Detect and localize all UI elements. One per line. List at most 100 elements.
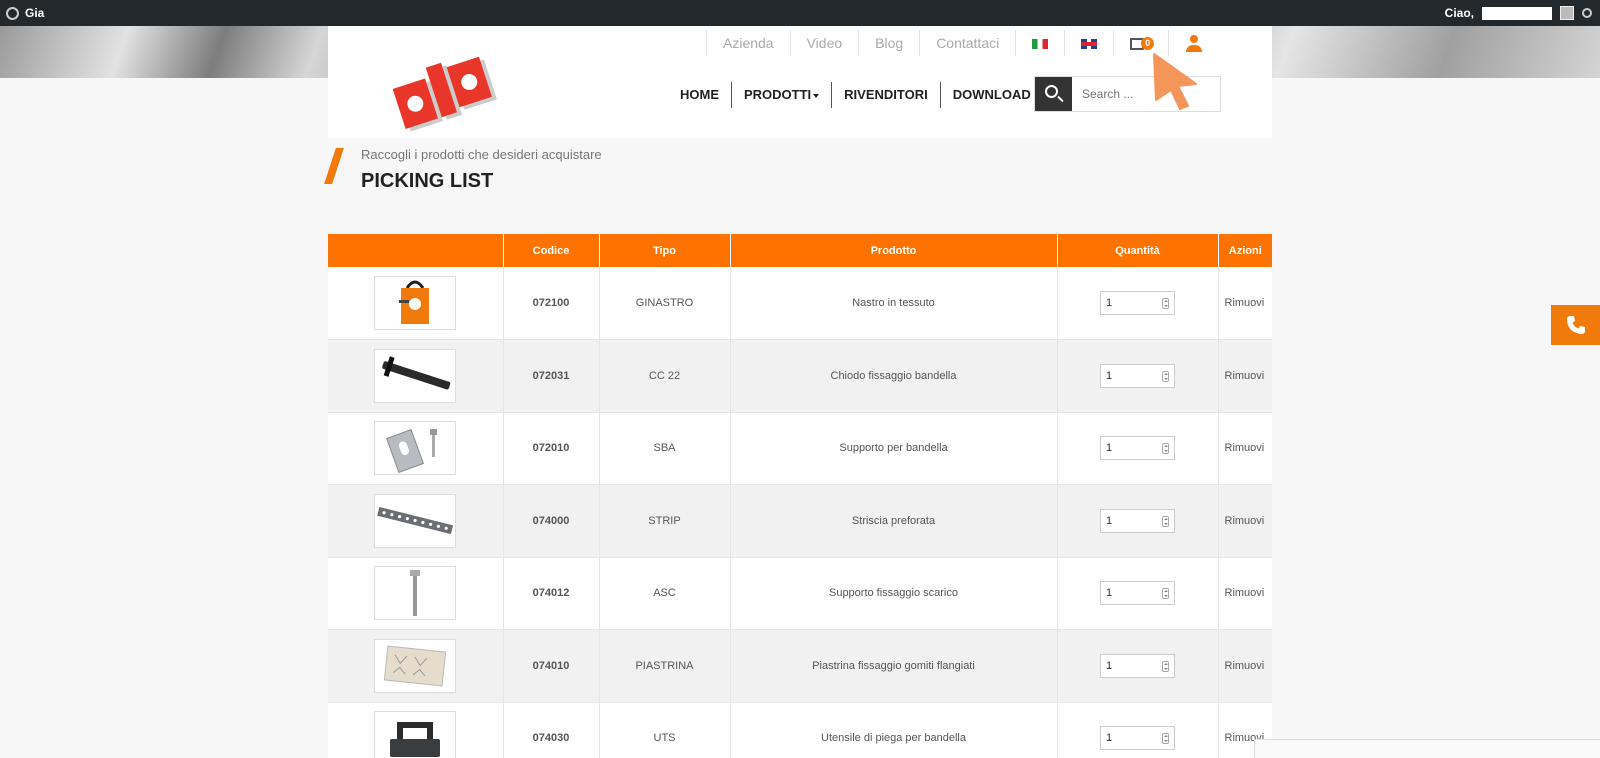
quantity-stepper[interactable]: 1 bbox=[1100, 653, 1175, 678]
top-navigation: Azienda Video Blog Contattaci 0 bbox=[706, 30, 1219, 56]
qty-cell: 1 bbox=[1056, 702, 1218, 758]
prodotto-link[interactable]: Supporto per bandella bbox=[729, 412, 1057, 485]
remove-link[interactable]: Rimuovi bbox=[1217, 557, 1272, 630]
header-quantita: Quantità bbox=[1056, 234, 1218, 267]
quantity-value: 1 bbox=[1106, 587, 1113, 600]
gia-logo[interactable] bbox=[388, 36, 508, 136]
spinner-icon[interactable] bbox=[1162, 370, 1169, 382]
bag-thumb-icon bbox=[399, 280, 430, 324]
quantity-stepper[interactable]: 1 bbox=[1100, 363, 1175, 388]
quantity-stepper[interactable]: 1 bbox=[1100, 436, 1175, 461]
caret-down-icon bbox=[813, 93, 820, 98]
product-thumbnail[interactable] bbox=[374, 276, 457, 330]
topnav-contattaci[interactable]: Contattaci bbox=[919, 30, 1015, 56]
table-row: 074012 ASC Supporto fissaggio scarico 1 … bbox=[328, 557, 1272, 630]
codice-cell: 074030 bbox=[502, 702, 599, 758]
notification-bar bbox=[1254, 739, 1600, 758]
image-cell bbox=[328, 702, 503, 758]
cart-icon: 0 bbox=[1130, 37, 1155, 51]
strip-thumb-icon bbox=[377, 506, 454, 534]
qty-cell: 1 bbox=[1056, 484, 1218, 558]
remove-link[interactable]: Rimuovi bbox=[1217, 484, 1272, 558]
nav-download[interactable]: DOWNLOAD bbox=[941, 82, 1044, 108]
codice-cell: 072010 bbox=[502, 412, 599, 485]
image-cell bbox=[328, 629, 503, 703]
prodotto-link[interactable]: Supporto fissaggio scarico bbox=[729, 557, 1057, 630]
pointer-cursor-icon bbox=[1153, 53, 1197, 110]
codice-cell: 074000 bbox=[502, 484, 599, 558]
title-accent bbox=[324, 148, 344, 184]
tipo-cell: PIASTRINA bbox=[598, 629, 730, 703]
remove-link[interactable]: Rimuovi bbox=[1217, 412, 1272, 485]
remove-link[interactable]: Rimuovi bbox=[1217, 629, 1272, 703]
product-thumbnail[interactable] bbox=[374, 566, 457, 621]
quantity-stepper[interactable]: 1 bbox=[1100, 726, 1175, 751]
quantity-stepper[interactable]: 1 bbox=[1100, 508, 1175, 533]
search-icon bbox=[1045, 85, 1058, 98]
codice-cell: 074010 bbox=[502, 629, 599, 703]
image-cell bbox=[328, 557, 503, 630]
product-thumbnail[interactable] bbox=[374, 348, 457, 403]
picking-list-table: Codice Tipo Prodotto Quantità Azioni 072… bbox=[328, 234, 1272, 758]
nav-prodotti[interactable]: PRODOTTI bbox=[732, 82, 833, 108]
redacted-username bbox=[1482, 6, 1552, 20]
qty-cell: 1 bbox=[1056, 267, 1218, 340]
language-it[interactable] bbox=[1015, 30, 1064, 56]
prodotto-link[interactable]: Striscia preforata bbox=[729, 484, 1057, 558]
prodotto-link[interactable]: Nastro in tessuto bbox=[729, 267, 1057, 340]
product-thumbnail[interactable] bbox=[374, 493, 457, 548]
language-en[interactable] bbox=[1064, 30, 1113, 56]
greeting-text[interactable]: Ciao, bbox=[1445, 6, 1474, 20]
quantity-value: 1 bbox=[1106, 297, 1113, 309]
header-codice: Codice bbox=[502, 234, 599, 267]
avatar[interactable] bbox=[1560, 6, 1574, 20]
search-button[interactable] bbox=[1035, 77, 1072, 111]
page-subtitle: Raccogli i prodotti che desideri acquist… bbox=[361, 147, 602, 162]
spinner-icon[interactable] bbox=[1162, 515, 1169, 527]
topnav-video[interactable]: Video bbox=[789, 30, 859, 56]
header-prodotto: Prodotto bbox=[729, 234, 1057, 267]
prodotto-link[interactable]: Chiodo fissaggio bandella bbox=[729, 339, 1057, 413]
cart-count-badge: 0 bbox=[1141, 37, 1155, 51]
main-navigation: HOME PRODOTTI RIVENDITORI DOWNLOAD bbox=[668, 82, 1044, 108]
product-thumbnail[interactable] bbox=[374, 711, 457, 758]
quantity-stepper[interactable]: 1 bbox=[1100, 291, 1175, 315]
spinner-icon[interactable] bbox=[1162, 298, 1169, 309]
prodotto-link[interactable]: Utensile di piega per bandella bbox=[729, 702, 1057, 758]
dashboard-icon[interactable] bbox=[6, 6, 19, 20]
admin-search-icon[interactable] bbox=[1582, 8, 1592, 18]
table-row: 074010 PIASTRINA Piastrina fissaggio gom… bbox=[328, 629, 1272, 703]
table-header-row: Codice Tipo Prodotto Quantità Azioni bbox=[328, 234, 1272, 267]
topnav-azienda[interactable]: Azienda bbox=[706, 30, 790, 56]
spinner-icon[interactable] bbox=[1162, 588, 1169, 600]
quantity-stepper[interactable]: 1 bbox=[1100, 581, 1175, 606]
header-tipo: Tipo bbox=[598, 234, 730, 267]
phone-contact-button[interactable] bbox=[1551, 305, 1600, 345]
product-thumbnail[interactable] bbox=[374, 421, 457, 476]
table-row: 072031 CC 22 Chiodo fissaggio bandella 1… bbox=[328, 339, 1272, 413]
site-name-link[interactable]: Gia bbox=[25, 6, 44, 20]
prodotto-link[interactable]: Piastrina fissaggio gomiti flangiati bbox=[729, 629, 1057, 703]
codice-cell: 074012 bbox=[502, 557, 599, 630]
uk-flag-icon bbox=[1081, 39, 1098, 50]
image-cell bbox=[328, 267, 503, 340]
remove-link[interactable]: Rimuovi bbox=[1217, 267, 1272, 340]
header-azioni: Azioni bbox=[1217, 234, 1272, 267]
plate-thumb-icon bbox=[384, 645, 447, 687]
spinner-icon[interactable] bbox=[1162, 443, 1169, 455]
spinner-icon[interactable] bbox=[1162, 733, 1169, 745]
table-row: 072010 SBA Supporto per bandella 1 Rimuo… bbox=[328, 412, 1272, 485]
nav-rivenditori[interactable]: RIVENDITORI bbox=[832, 82, 941, 108]
product-thumbnail[interactable] bbox=[374, 638, 457, 693]
user-icon bbox=[1185, 35, 1203, 53]
quantity-value: 1 bbox=[1106, 369, 1113, 382]
topnav-blog[interactable]: Blog bbox=[858, 30, 919, 56]
image-cell bbox=[328, 412, 503, 485]
qty-cell: 1 bbox=[1056, 339, 1218, 413]
tipo-cell: UTS bbox=[598, 702, 730, 758]
nav-home[interactable]: HOME bbox=[668, 82, 732, 108]
spinner-icon[interactable] bbox=[1162, 660, 1169, 672]
qty-cell: 1 bbox=[1056, 629, 1218, 703]
remove-link[interactable]: Rimuovi bbox=[1217, 339, 1272, 413]
table-row: 072100 GINASTRO Nastro in tessuto 1 Rimu… bbox=[328, 267, 1272, 340]
